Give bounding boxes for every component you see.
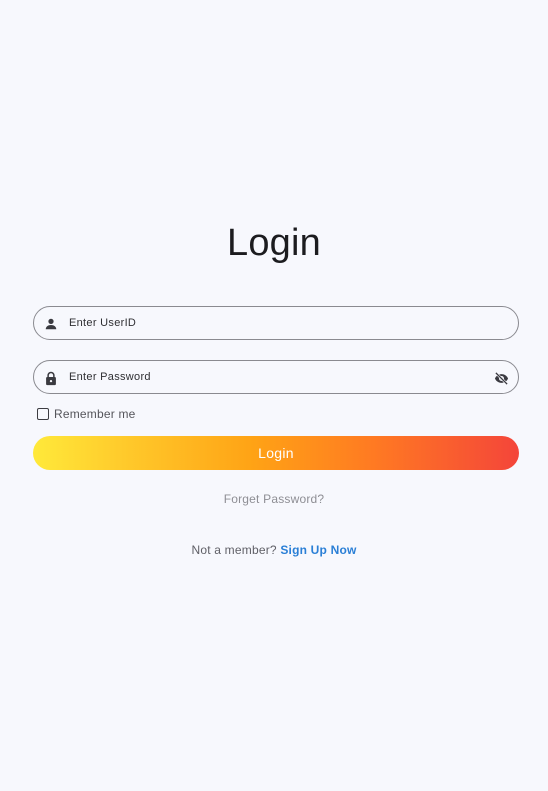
not-member-text: Not a member? xyxy=(191,543,277,557)
password-field[interactable] xyxy=(33,360,519,394)
lock-icon xyxy=(43,370,59,386)
person-icon xyxy=(43,316,59,332)
forget-password-link[interactable]: Forget Password? xyxy=(0,492,548,506)
login-button[interactable]: Login xyxy=(33,436,519,470)
checkbox-box[interactable] xyxy=(37,408,49,420)
remember-me-label: Remember me xyxy=(54,407,136,421)
userid-input[interactable] xyxy=(69,307,489,339)
signup-link[interactable]: Sign Up Now xyxy=(280,543,356,557)
userid-field[interactable] xyxy=(33,306,519,340)
page-title: Login xyxy=(227,222,321,264)
password-input[interactable] xyxy=(69,361,489,393)
remember-me-checkbox[interactable]: Remember me xyxy=(37,407,136,421)
eye-off-icon[interactable] xyxy=(492,369,510,387)
login-page: Login Enter UserID Remember me Login For… xyxy=(0,0,548,791)
signup-row: Not a member? Sign Up Now xyxy=(0,543,548,557)
